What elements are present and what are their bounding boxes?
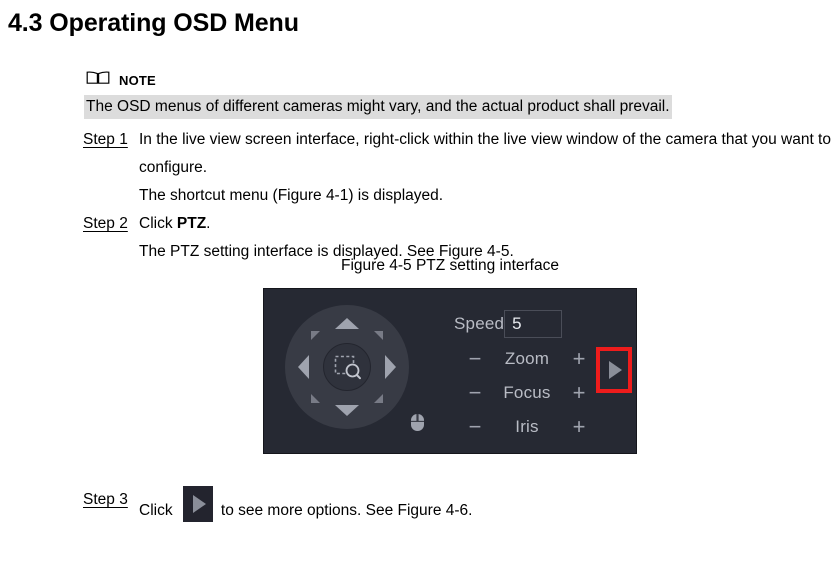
step-2-row: Step 2 Click PTZ.	[83, 210, 831, 238]
focus-minus-button[interactable]: −	[464, 382, 486, 404]
speed-input[interactable]	[504, 310, 563, 338]
step-3-label: Step 3	[83, 491, 128, 508]
step-list: Step 1 In the live view screen interface…	[83, 126, 831, 266]
iris-control-row: − Iris +	[464, 414, 590, 440]
zoom-plus-button[interactable]: +	[568, 348, 590, 370]
step-3-list: Step 3 Click to see more options. See Fi…	[83, 486, 831, 525]
step-2-bold-term: PTZ	[176, 215, 207, 232]
ptz-setting-panel: Speed − Zoom + − Focus + − Iris +	[264, 289, 636, 453]
more-options-button[interactable]	[600, 351, 628, 389]
note-text: The OSD menus of different cameras might…	[84, 95, 672, 119]
dpad-upper-left-arrow-icon[interactable]	[311, 331, 320, 340]
focus-label: Focus	[503, 383, 551, 402]
iris-plus-button[interactable]: +	[568, 416, 590, 438]
play-arrow-icon	[182, 486, 213, 522]
step-2-label: Step 2	[83, 215, 128, 232]
step-1-text: In the live view screen interface, right…	[139, 131, 831, 176]
zoom-area-icon	[334, 355, 361, 380]
dpad-down-arrow-icon[interactable]	[335, 405, 359, 416]
step-3-text-before: Click	[139, 502, 177, 519]
focus-plus-button[interactable]: +	[568, 382, 590, 404]
speed-label: Speed	[454, 314, 505, 333]
dpad-right-arrow-icon[interactable]	[385, 355, 396, 379]
figure-caption: Figure 4-5 PTZ setting interface	[341, 257, 559, 274]
zoom-control-row: − Zoom +	[464, 346, 590, 372]
dpad-lower-right-arrow-icon[interactable]	[374, 394, 383, 403]
step-1-row: Step 1 In the live view screen interface…	[83, 126, 831, 182]
dpad-left-arrow-icon[interactable]	[298, 355, 309, 379]
step-3-row: Step 3 Click to see more options. See Fi…	[83, 486, 831, 525]
step-1-label: Step 1	[83, 131, 128, 148]
step-3-text: Click to see more options. See Figure 4-…	[139, 486, 831, 525]
dpad-upper-right-arrow-icon[interactable]	[374, 331, 383, 340]
step-3-text-after: to see more options. See Figure 4-6.	[220, 502, 473, 519]
focus-control-row: − Focus +	[464, 380, 590, 406]
step-2-text-after: .	[206, 215, 211, 232]
speed-row: Speed	[454, 310, 563, 338]
ptz-direction-pad[interactable]	[285, 305, 409, 429]
step-1-result-row: The shortcut menu (Figure 4-1) is displa…	[83, 182, 831, 210]
note-header: NOTE	[86, 70, 156, 91]
dpad-up-arrow-icon[interactable]	[335, 318, 359, 329]
step-1-result-text: The shortcut menu (Figure 4-1) is displa…	[139, 187, 444, 204]
zoom-minus-button[interactable]: −	[464, 348, 486, 370]
dpad-center-button[interactable]	[323, 343, 371, 391]
iris-label: Iris	[515, 417, 539, 436]
book-icon	[86, 70, 110, 91]
note-label: NOTE	[119, 73, 156, 88]
iris-minus-button[interactable]: −	[464, 416, 486, 438]
zoom-label: Zoom	[504, 349, 550, 368]
step-2-text: Click PTZ.	[139, 210, 831, 238]
page-title: 4.3 Operating OSD Menu	[8, 9, 299, 37]
step-2-text-before: Click	[139, 215, 177, 232]
mouse-icon	[411, 414, 424, 431]
dpad-lower-left-arrow-icon[interactable]	[311, 394, 320, 403]
